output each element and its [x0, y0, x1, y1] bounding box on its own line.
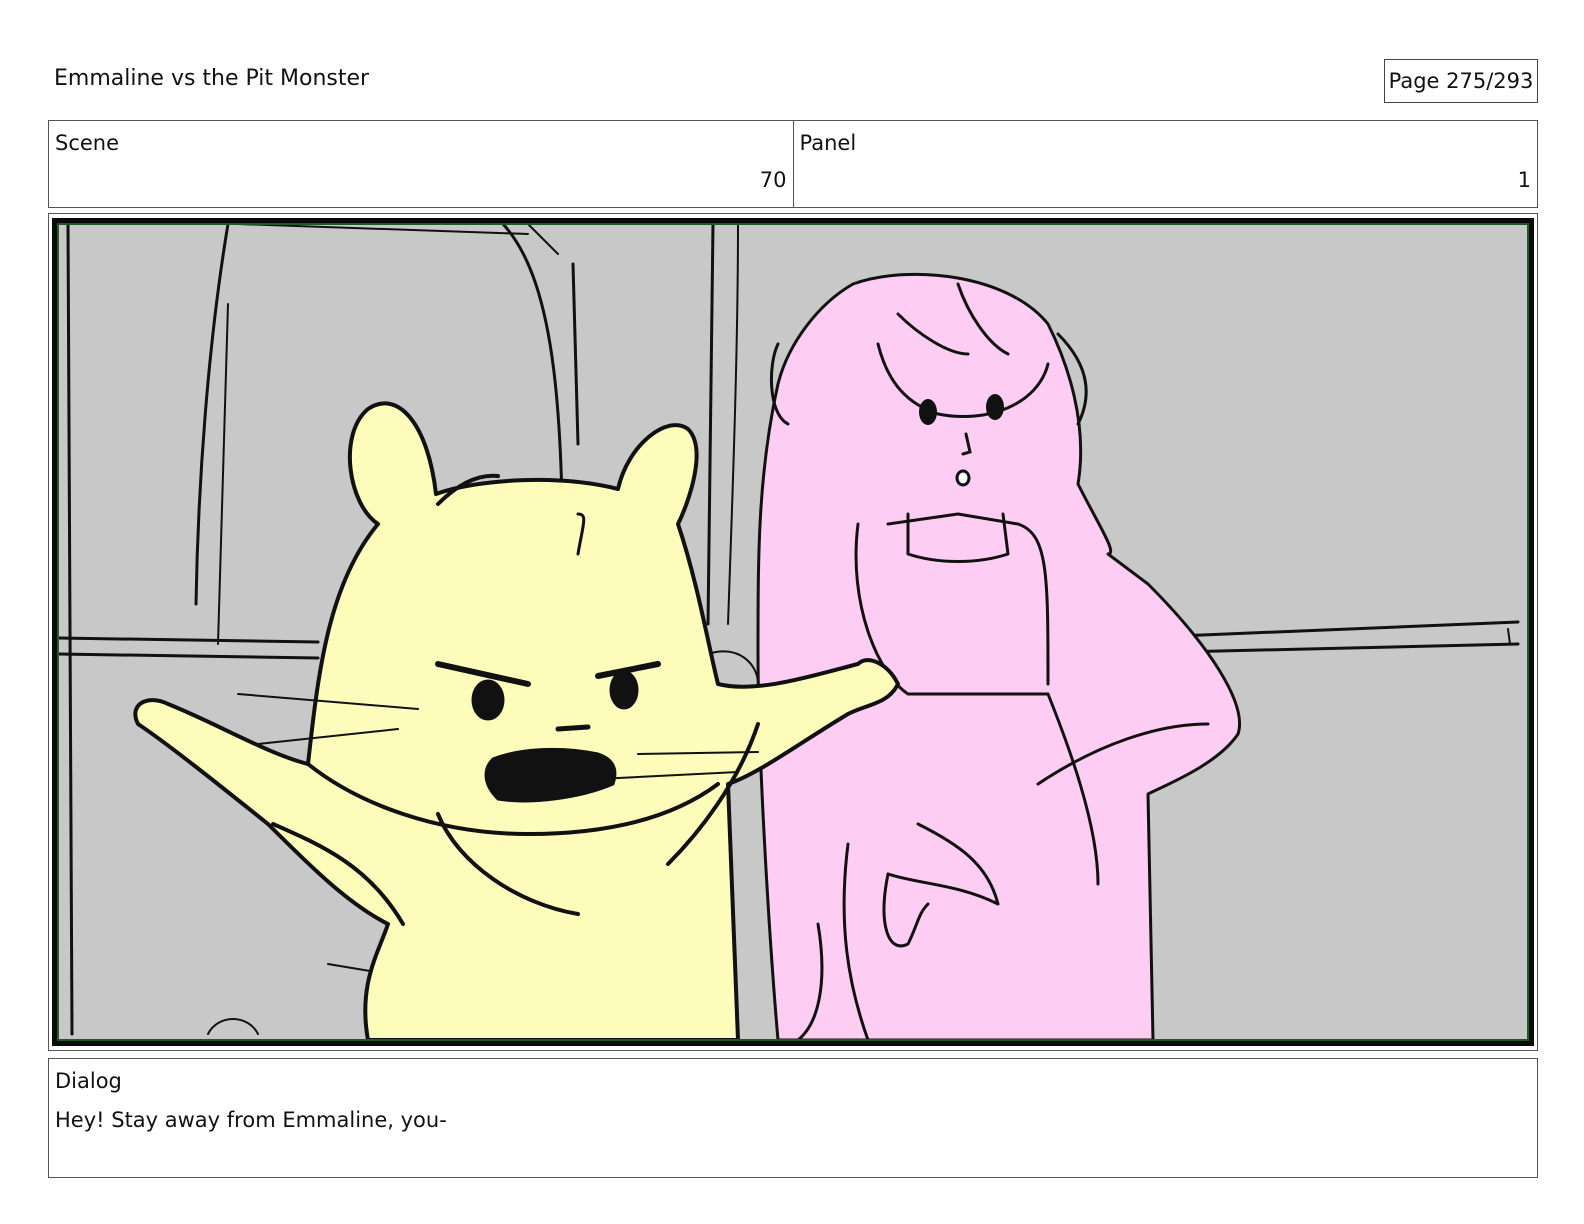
dialog-text: Hey! Stay away from Emmaline, you-	[55, 1108, 447, 1132]
scene-cell: Scene 70	[49, 121, 793, 207]
panel-number: 1	[1517, 168, 1531, 192]
scene-panel-row: Scene 70 Panel 1	[48, 120, 1538, 208]
dialog-label: Dialog	[55, 1069, 122, 1093]
storyboard-title: Emmaline vs the Pit Monster	[54, 66, 370, 91]
panel-label: Panel	[799, 131, 857, 155]
girl-figure	[756, 272, 1241, 1040]
storyboard-frame	[52, 218, 1534, 1046]
dialog-box: Dialog Hey! Stay away from Emmaline, you…	[48, 1058, 1538, 1178]
sketch-illustration	[58, 224, 1520, 1040]
panel-cell: Panel 1	[792, 121, 1538, 207]
scene-label: Scene	[55, 131, 120, 155]
scene-number: 70	[759, 168, 787, 192]
page-indicator: Page 275/293	[1384, 59, 1538, 103]
